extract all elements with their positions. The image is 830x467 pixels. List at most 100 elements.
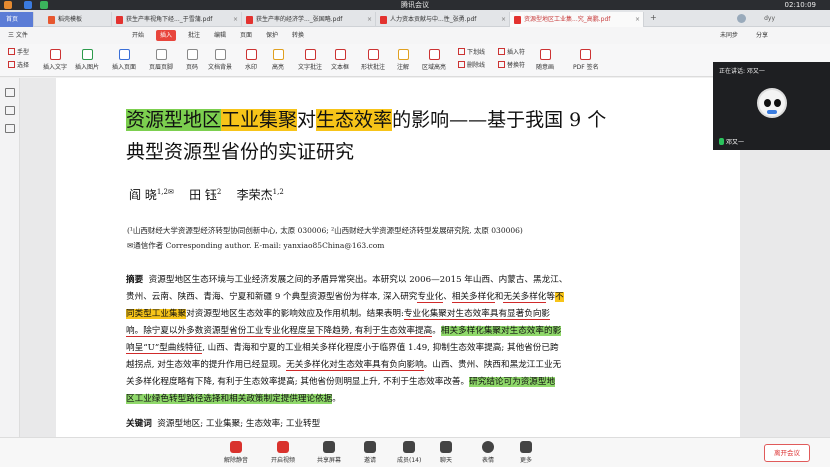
underline-tool[interactable]: 下划线	[458, 48, 485, 57]
more-button[interactable]: 更多	[520, 441, 532, 464]
menu-file[interactable]: 三 文件	[4, 30, 32, 41]
shape-annotation-tool[interactable]: 形状批注	[361, 49, 385, 71]
text-icon	[49, 49, 61, 60]
members-icon	[403, 441, 416, 453]
hand-icon	[8, 48, 15, 55]
title-highlight-yellow: 生态效率	[316, 109, 393, 131]
abstract-line: 越拐点, 对生态效率的提升作用已经显现。无关多样化对生态效率具有负向影响。山西、…	[126, 360, 562, 371]
title-highlight-green: 资源型地区	[126, 109, 222, 131]
invite-icon	[364, 441, 376, 453]
thumbnail-icon[interactable]	[5, 106, 15, 115]
highlight-annotation[interactable]: 相关多样化集聚对生态效率的影	[440, 326, 562, 336]
menu-convert[interactable]: 转换	[288, 30, 308, 41]
text-annotation-icon	[304, 49, 316, 60]
close-icon[interactable]: ×	[233, 12, 238, 27]
replace-icon	[498, 61, 505, 68]
user-name[interactable]: dyy	[764, 12, 775, 26]
select-tool[interactable]: 选择	[8, 61, 29, 70]
pdf-icon	[514, 16, 521, 24]
insert-mark-tool[interactable]: 插入符	[498, 48, 525, 57]
highlight-annotation[interactable]: 区工业绿色转型路径选择和相关政策制定提供理论依据	[126, 394, 333, 404]
watermark-icon	[245, 49, 257, 60]
author-name: 阎 晓	[129, 188, 157, 202]
reactions-button[interactable]: 表情	[482, 441, 494, 464]
doc-background-tool[interactable]: 文档背景	[208, 49, 232, 71]
share-button[interactable]: 分享	[752, 30, 772, 41]
caret-icon	[498, 48, 505, 55]
strikethrough-tool[interactable]: 删除线	[458, 61, 485, 70]
underline-annotation[interactable]: 相关多样化	[451, 292, 495, 303]
highlight-annotation[interactable]: 同类型工业集聚	[126, 309, 187, 319]
pdf-page[interactable]: 资源型地区工业集聚对生态效率的影响——基于我国 9 个 典型资源型省份的实证研究…	[56, 78, 740, 437]
start-video-button[interactable]: 开启视频	[271, 441, 295, 464]
close-icon[interactable]: ×	[635, 12, 640, 27]
underline-annotation[interactable]: 专业化	[417, 292, 444, 303]
tab-pdf-4-active[interactable]: 资源型地区工业集...究_高鹏.pdf ×	[510, 12, 644, 27]
pdf-sign-tool[interactable]: PDF 签名	[573, 49, 599, 71]
camera-off-icon	[277, 441, 289, 453]
title-highlight-yellow: 工业集聚	[221, 109, 298, 131]
insert-text-tool[interactable]: 插入文字	[43, 49, 67, 71]
menu-protect[interactable]: 保护	[262, 30, 282, 41]
unmute-button[interactable]: 解除静音	[224, 441, 248, 464]
underline-annotation[interactable]: 无关多样化对生态效率具有负向影响	[286, 360, 424, 371]
meeting-title: 腾讯会议	[401, 1, 429, 9]
highlight-tool[interactable]: 高亮	[272, 49, 284, 71]
tab-home[interactable]: 首页	[0, 12, 34, 27]
text-annotation-tool[interactable]: 文字批注	[298, 49, 322, 71]
participant-name-tag: 邓又一	[719, 137, 744, 146]
underline-icon	[458, 48, 465, 55]
menu-edit[interactable]: 编辑	[210, 30, 230, 41]
textbox-icon	[334, 49, 346, 60]
tab-pdf-3[interactable]: 人力资本贡献与中...性_张勇.pdf ×	[376, 12, 510, 27]
abstract-line: 区工业绿色转型路径选择和相关政策制定提供理论依据。	[126, 394, 341, 404]
watermark-tool[interactable]: 水印	[245, 49, 257, 71]
toolbar: 手型 选择 插入文字 插入图片 插入页面 页眉页脚 页码 文档背景 水印 高亮 …	[0, 44, 830, 77]
background-icon	[214, 49, 226, 60]
image-icon	[81, 49, 93, 60]
free-draw-tool[interactable]: 随意画	[536, 49, 554, 71]
share-screen-button[interactable]: 共享屏幕	[317, 441, 341, 464]
menu-annotate[interactable]: 批注	[184, 30, 204, 41]
pdf-icon	[246, 16, 253, 24]
replace-mark-tool[interactable]: 替换符	[498, 61, 525, 70]
sync-status[interactable]: 未同步	[716, 30, 742, 41]
paper-title-line-2: 典型资源型省份的实证研究	[126, 141, 355, 163]
area-highlight-tool[interactable]: 区域高亮	[422, 49, 446, 71]
tab-pdf-1[interactable]: 获生产率视角下经..._于雪蒲.pdf ×	[112, 12, 242, 27]
highlight-annotation[interactable]: 不	[555, 292, 564, 302]
hand-tool[interactable]: 手型	[8, 48, 29, 57]
insert-page-tool[interactable]: 插入页面	[112, 49, 136, 71]
area-highlight-icon	[428, 49, 440, 60]
header-footer-tool[interactable]: 页眉页脚	[149, 49, 173, 71]
underline-annotation[interactable]: 无关多样化	[503, 292, 547, 303]
chat-button[interactable]: 聊天	[440, 441, 452, 464]
speaker-video-panel[interactable]: 正在讲话: 邓又一 邓又一	[713, 62, 830, 150]
menu-start[interactable]: 开始	[128, 30, 148, 41]
page-number-tool[interactable]: 页码	[186, 49, 198, 71]
insert-image-tool[interactable]: 插入图片	[75, 49, 99, 71]
underline-annotation[interactable]: 响。除宁夏以外多数资源型省份工业专业化程度呈下降趋势, 有利于生态效率提高	[126, 326, 433, 337]
invite-button[interactable]: 邀请	[364, 441, 376, 464]
avatar[interactable]	[737, 14, 746, 23]
leave-meeting-button[interactable]: 离开会议	[764, 444, 810, 462]
close-icon[interactable]: ×	[501, 12, 506, 27]
template-icon	[48, 16, 55, 24]
menu-insert[interactable]: 插入	[156, 30, 177, 41]
underline-annotation[interactable]: 专业化集聚对生态效率具有显著负向影	[403, 309, 551, 320]
tab-templates[interactable]: 稻壳模板	[44, 12, 112, 27]
members-button[interactable]: 成员(14)	[397, 441, 421, 464]
more-icon	[520, 441, 532, 453]
underline-annotation[interactable]: 响呈“U”型曲线特征	[126, 343, 203, 354]
document-tab-bar: 首页 稻壳模板 获生产率视角下经..._于雪蒲.pdf × 获生产率的经济学...…	[0, 10, 830, 27]
document-viewport[interactable]: 资源型地区工业集聚对生态效率的影响——基于我国 9 个 典型资源型省份的实证研究…	[20, 78, 830, 437]
menu-page[interactable]: 页面	[236, 30, 256, 41]
new-tab-button[interactable]: +	[650, 13, 657, 22]
annotation-list-icon[interactable]	[5, 124, 15, 133]
highlight-annotation[interactable]: 研究结论可为资源型地	[469, 377, 556, 387]
bookmark-icon[interactable]	[5, 88, 15, 97]
annotation-tool[interactable]: 注解	[397, 49, 409, 71]
textbox-tool[interactable]: 文本框	[331, 49, 349, 71]
tab-pdf-2[interactable]: 获生产率的经济学..._张国略.pdf ×	[242, 12, 376, 27]
close-icon[interactable]: ×	[367, 12, 372, 27]
